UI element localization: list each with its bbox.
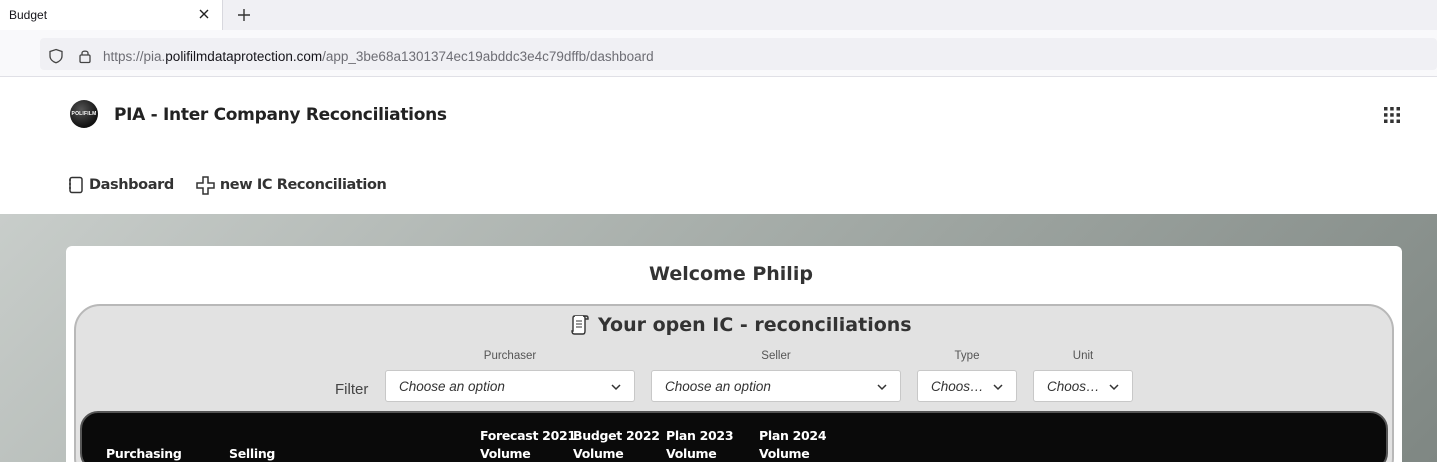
- table-header-line1: Plan 2024: [759, 428, 827, 443]
- table-header-line1: [229, 427, 275, 445]
- lock-icon[interactable]: [77, 48, 93, 64]
- chevron-down-icon: [877, 384, 887, 391]
- chevron-down-icon: [993, 384, 1003, 391]
- table-header-line2: Volume: [573, 446, 624, 461]
- filter-label: Filter: [335, 381, 369, 398]
- type-select[interactable]: Choos…: [917, 370, 1017, 402]
- reconciliations-table: [80, 411, 1388, 462]
- shield-icon[interactable]: [48, 48, 64, 64]
- url-domain: polifilmdataprotection.com: [165, 49, 323, 64]
- table-header-line2: Selling: [229, 446, 276, 461]
- table-header-line1: Forecast 2021: [480, 428, 576, 443]
- unit-select[interactable]: Choos…: [1033, 370, 1133, 402]
- main-nav: Dashboard new IC Reconciliation: [68, 175, 409, 195]
- table-header-plan-2024[interactable]: Plan 2024 Volume: [759, 427, 827, 462]
- table-header-line1: Budget 2022: [573, 428, 660, 443]
- browser-tab[interactable]: Budget: [0, 0, 223, 30]
- table-header-line2: Volume: [759, 446, 810, 461]
- company-logo[interactable]: POLIFILM: [70, 100, 98, 128]
- seller-select-value: Choose an option: [665, 378, 771, 394]
- logo-text: POLIFILM: [71, 111, 97, 117]
- table-header-line2: Purchasing: [106, 446, 182, 461]
- panel-title-text: Your open IC - reconciliations: [598, 314, 912, 336]
- table-header-line1: [106, 427, 182, 445]
- nav-new-ic-label: new IC Reconciliation: [219, 177, 387, 193]
- panel-title: Your open IC - reconciliations: [570, 314, 912, 336]
- plus-icon[interactable]: [235, 6, 253, 24]
- url-prefix: https://pia.: [103, 49, 166, 64]
- nav-dashboard-label: Dashboard: [89, 177, 174, 193]
- plus-icon: [196, 175, 215, 195]
- table-header-line2: Volume: [666, 446, 717, 461]
- chevron-down-icon: [611, 384, 621, 391]
- scroll-icon: [571, 315, 589, 335]
- tab-title: Budget: [9, 8, 48, 22]
- url-path: /app_3be68a1301374ec19abddc3e4c79dffb/da…: [322, 49, 654, 64]
- type-select-value: Choos…: [931, 378, 984, 394]
- chevron-down-icon: [1109, 384, 1119, 391]
- table-header-selling[interactable]: Selling: [229, 427, 275, 462]
- welcome-heading: Welcome Philip: [649, 263, 813, 285]
- table-header-forecast-2021[interactable]: Forecast 2021 Volume: [480, 427, 576, 462]
- purchaser-select-value: Choose an option: [399, 378, 505, 394]
- table-header-line1: Plan 2023: [666, 428, 734, 443]
- purchaser-select[interactable]: Choose an option: [385, 370, 635, 402]
- browser-tab-bar: Budget: [0, 0, 1437, 30]
- unit-select-value: Choos…: [1047, 378, 1100, 394]
- table-header-purchasing[interactable]: Purchasing: [106, 427, 182, 462]
- nav-new-ic-reconciliation[interactable]: new IC Reconciliation: [196, 175, 387, 195]
- type-label: Type: [954, 350, 980, 362]
- table-header-plan-2023[interactable]: Plan 2023 Volume: [666, 427, 734, 462]
- table-header-budget-2022[interactable]: Budget 2022 Volume: [573, 427, 660, 462]
- apps-grid-icon[interactable]: [1384, 107, 1400, 123]
- app-title: PIA - Inter Company Reconciliations: [114, 105, 447, 125]
- seller-select[interactable]: Choose an option: [651, 370, 901, 402]
- table-header-line2: Volume: [480, 446, 531, 461]
- purchaser-label: Purchaser: [483, 350, 537, 362]
- url-text[interactable]: https://pia.polifilmdataprotection.com/a…: [103, 49, 654, 64]
- notebook-icon: [69, 176, 83, 194]
- seller-label: Seller: [761, 350, 791, 362]
- unit-label: Unit: [1072, 350, 1094, 362]
- close-icon[interactable]: [196, 6, 212, 22]
- nav-dashboard[interactable]: Dashboard: [68, 176, 174, 194]
